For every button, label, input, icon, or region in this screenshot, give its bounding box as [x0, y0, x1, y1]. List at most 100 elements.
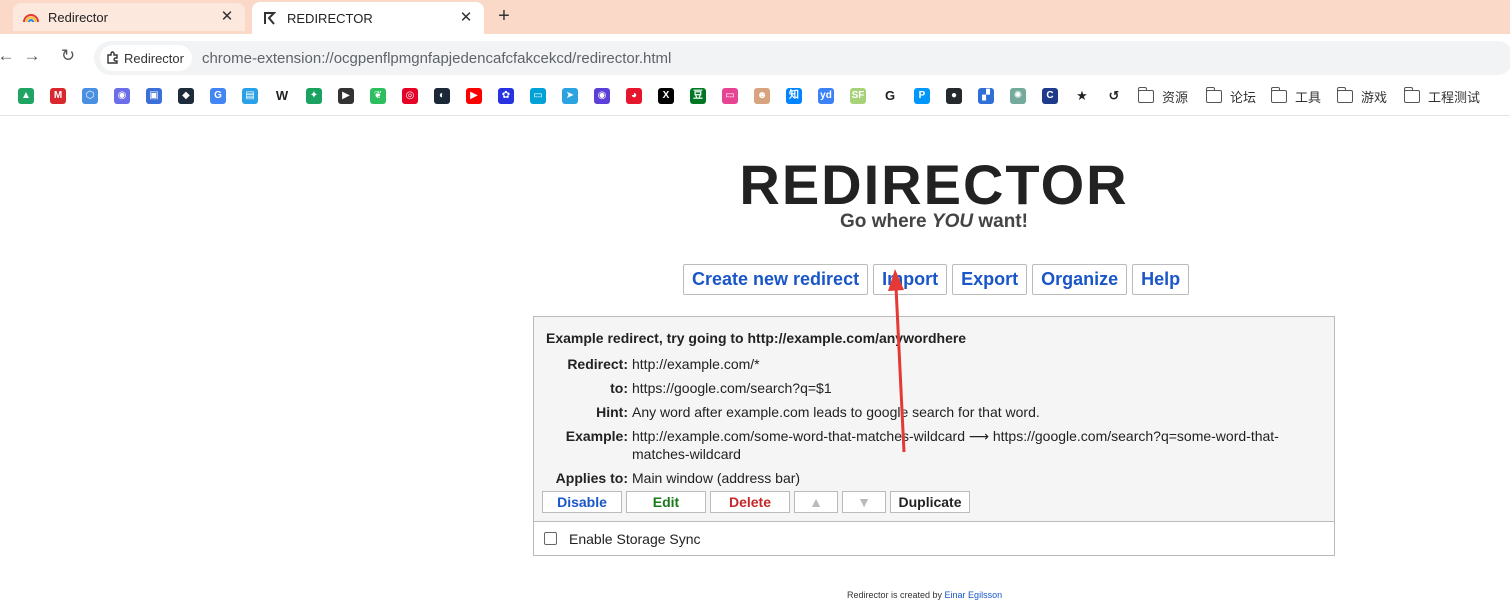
forward-button[interactable]: →	[20, 44, 44, 68]
address-bar[interactable]: Redirector chrome-extension://ocgpenflpm…	[94, 41, 1510, 75]
back-button[interactable]: ←	[0, 44, 18, 68]
field-value: Main window (address bar)	[632, 470, 801, 486]
page-title: REDIRECTOR	[739, 153, 1129, 216]
help-button[interactable]: Help	[1132, 264, 1190, 295]
star-icon[interactable]: ★	[1074, 88, 1090, 104]
field-value: http://example.com/*	[632, 356, 760, 372]
delete-button[interactable]: Delete	[710, 491, 790, 513]
translate-icon[interactable]: G	[210, 88, 226, 104]
redirector-favicon-icon	[262, 10, 278, 26]
tagline-emphasis: YOU	[931, 211, 974, 232]
app-icon-5[interactable]: ✦	[306, 88, 322, 104]
red-arrow-annotation	[888, 269, 906, 453]
field-label: Applies to:	[555, 470, 628, 486]
app-icon-7[interactable]: ◉	[594, 88, 610, 104]
bookmarks-bar: ▲ M ⬡ ◉ ▣ ◆ G ▤ W ✦ ▶ ❦ ◎ ◐ ▶ ✿ ▭ ➤ ◉ ◕ X 豆 ▭ ☻ 知 yd SF G P ● ▞ ✺ C ★ ↺ 资源论…	[0, 78, 1510, 116]
tv-icon[interactable]: ▭	[722, 88, 738, 104]
organize-button[interactable]: Organize	[1032, 264, 1128, 295]
reload-button[interactable]: ↻	[56, 44, 80, 68]
redirect-description: Example redirect, try going to http://ex…	[546, 330, 967, 346]
openai-icon[interactable]: ✺	[1010, 88, 1026, 104]
field-label: to:	[610, 380, 628, 396]
bookmark-folder[interactable]: 工程测试	[1403, 86, 1480, 105]
zhihu-icon[interactable]: 知	[786, 88, 802, 104]
app-icon-3[interactable]: ◆	[178, 88, 194, 104]
create-new-redirect-button[interactable]: Create new redirect	[683, 264, 869, 295]
tab-title: REDIRECTOR	[287, 10, 373, 26]
footer-text: Redirector is created by	[847, 590, 945, 600]
bookmark-folder-label: 游戏	[1361, 89, 1388, 105]
browser-toolbar: ← → ↻ Redirector chrome-extension://ocgp…	[0, 34, 1510, 78]
field-value: Any word after example.com leads to goog…	[632, 404, 1040, 420]
field-value: http://example.com/some-word-that-matche…	[632, 428, 1279, 462]
field-row-to: to: https://google.com/search?q=$1	[546, 379, 1322, 397]
field-row-redirect: Redirect: http://example.com/*	[546, 355, 1322, 373]
edit-button[interactable]: Edit	[626, 491, 706, 513]
telegram-icon[interactable]: ➤	[562, 88, 578, 104]
storage-sync-checkbox[interactable]	[544, 532, 557, 545]
author-link[interactable]: Einar Egilsson	[945, 590, 1003, 600]
sf-icon[interactable]: SF	[850, 88, 866, 104]
google-icon[interactable]: G	[882, 88, 898, 104]
netease-music-icon[interactable]: ◎	[402, 88, 418, 104]
weibo-icon[interactable]: ◕	[626, 88, 642, 104]
footer: Redirector is created by Einar Egilsson	[847, 590, 1002, 600]
extension-chip-label: Redirector	[124, 50, 184, 66]
folder-icon	[1205, 86, 1222, 103]
tagline-start: Go where	[840, 211, 932, 232]
cloud-icon[interactable]: ⬡	[82, 88, 98, 104]
github-icon[interactable]: ●	[946, 88, 962, 104]
app-icon-6[interactable]: ▶	[338, 88, 354, 104]
folder-icon	[1137, 86, 1154, 103]
export-button[interactable]: Export	[952, 264, 1028, 295]
douban-icon[interactable]: 豆	[690, 88, 706, 104]
youtube-icon[interactable]: ▶	[466, 88, 482, 104]
new-tab-button[interactable]: +	[494, 6, 514, 26]
field-label: Example:	[565, 428, 628, 444]
tab-close-icon[interactable]: ✕	[219, 9, 235, 25]
field-row-hint: Hint: Any word after example.com leads t…	[546, 403, 1322, 421]
disable-button[interactable]: Disable	[542, 491, 622, 513]
field-row-example: Example: http://example.com/some-word-th…	[546, 427, 1322, 463]
app-icon-2[interactable]: ▣	[146, 88, 162, 104]
field-label: Redirect:	[567, 356, 628, 372]
tab-close-icon[interactable]: ✕	[458, 10, 474, 26]
url-text[interactable]: chrome-extension://ocgpenflpmgnfapjedenc…	[202, 50, 671, 67]
tab-redirector-inactive[interactable]: Redirector ✕	[13, 3, 245, 31]
bookmark-folder[interactable]: 论坛	[1205, 86, 1257, 105]
app-icon-10[interactable]: C	[1042, 88, 1058, 104]
google-drive-icon[interactable]: ▲	[18, 88, 34, 104]
tab-title: Redirector	[48, 9, 108, 25]
folder-icon	[1403, 86, 1420, 103]
app-icon-4[interactable]: ▤	[242, 88, 258, 104]
evernote-icon[interactable]: ❦	[370, 88, 386, 104]
folder-icon	[1270, 86, 1287, 103]
anime-icon[interactable]: ☻	[754, 88, 770, 104]
redirect-card: Example redirect, try going to http://ex…	[533, 316, 1335, 556]
history-icon[interactable]: ↺	[1106, 88, 1122, 104]
mega-icon[interactable]: M	[50, 88, 66, 104]
bookmark-folder[interactable]: 工具	[1270, 86, 1322, 105]
p-icon[interactable]: P	[914, 88, 930, 104]
move-up-button[interactable]: ▲	[794, 491, 838, 513]
bookmark-folder-label: 工具	[1295, 89, 1322, 105]
page-header: REDIRECTOR Go where YOU want!	[734, 153, 1134, 233]
bilibili-icon[interactable]: ▭	[530, 88, 546, 104]
baidu-icon[interactable]: ✿	[498, 88, 514, 104]
tagline-end: want!	[973, 211, 1028, 232]
app-icon-8[interactable]: yd	[818, 88, 834, 104]
app-icon-1[interactable]: ◉	[114, 88, 130, 104]
steam-icon[interactable]: ◐	[434, 88, 450, 104]
wikipedia-icon[interactable]: W	[274, 88, 290, 104]
field-value: https://google.com/search?q=$1	[632, 380, 832, 396]
move-down-button[interactable]: ▼	[842, 491, 886, 513]
duplicate-button[interactable]: Duplicate	[890, 491, 970, 513]
extension-chip[interactable]: Redirector	[100, 45, 192, 71]
x-icon[interactable]: X	[658, 88, 674, 104]
bookmark-folder-label: 论坛	[1230, 89, 1257, 105]
storage-sync-label[interactable]: Enable Storage Sync	[569, 531, 701, 547]
bookmark-folder[interactable]: 资源	[1137, 86, 1188, 105]
bookmark-folder[interactable]: 游戏	[1336, 86, 1388, 105]
tab-redirector-active[interactable]: REDIRECTOR ✕	[252, 2, 484, 34]
app-icon-9[interactable]: ▞	[978, 88, 994, 104]
